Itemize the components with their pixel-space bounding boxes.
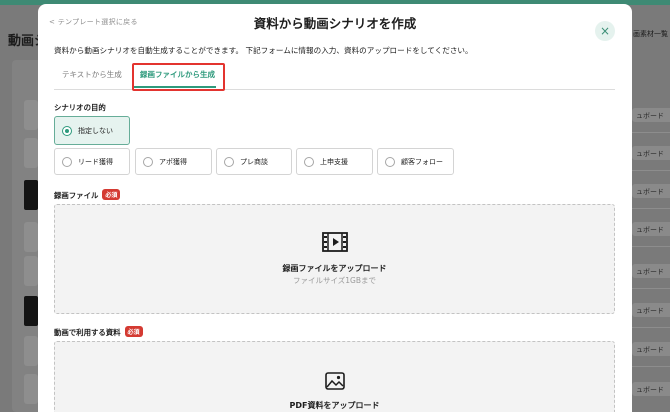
close-icon: ×	[599, 24, 611, 38]
purpose-label: シナリオの目的	[54, 103, 106, 112]
radio-icon	[385, 157, 395, 167]
materials-upload-dropzone[interactable]: PDF資料をアップロード	[54, 341, 615, 412]
radio-selected-icon	[62, 126, 72, 136]
radio-icon	[62, 157, 72, 167]
background-card	[24, 100, 38, 130]
purpose-option-label: 顧客フォロー	[401, 158, 443, 166]
background-divider	[632, 132, 670, 133]
background-card	[24, 138, 38, 168]
purpose-option-lead[interactable]: リード獲得	[54, 148, 130, 175]
radio-icon	[143, 157, 153, 167]
materials-label: 動画で利用する資料 必須	[54, 326, 143, 338]
annotation-highlight-box	[132, 63, 225, 91]
radio-icon	[224, 157, 234, 167]
purpose-option-label: 上申支援	[320, 158, 348, 166]
background-thumbnail	[24, 296, 38, 326]
background-divider	[632, 170, 670, 171]
recording-upload-label: 録画ファイルをアップロード	[282, 264, 387, 273]
background-divider	[632, 246, 670, 247]
background-right-item: ュボード	[632, 382, 670, 396]
purpose-option-customer-follow[interactable]: 顧客フォロー	[377, 148, 454, 175]
purpose-option-label: 指定しない	[78, 127, 113, 135]
tab-from-text[interactable]: テキストから生成	[62, 69, 122, 80]
create-scenario-modal: < テンプレート選択に戻る 資料から動画シナリオを作成 × 資料から動画シナリオ…	[38, 4, 632, 412]
background-divider	[632, 288, 670, 289]
purpose-option-pre-meeting[interactable]: プレ商談	[216, 148, 292, 175]
recording-upload-dropzone[interactable]: 録画ファイルをアップロード ファイルサイズ1GBまで	[54, 204, 615, 314]
background-thumbnail	[24, 180, 38, 210]
background-divider	[632, 208, 670, 209]
close-button[interactable]: ×	[595, 21, 615, 41]
background-card	[24, 374, 38, 404]
recording-label-text: 録画ファイル	[54, 191, 99, 200]
background-right-header: 画素材一覧	[633, 30, 668, 38]
purpose-option-none[interactable]: 指定しない	[54, 116, 130, 145]
background-right-item: ュボード	[632, 303, 670, 317]
materials-upload-label: PDF資料をアップロード	[289, 401, 380, 410]
background-right-item: ュボード	[632, 222, 670, 236]
background-right-item: ュボード	[632, 342, 670, 356]
recording-size-limit: ファイルサイズ1GBまで	[292, 276, 376, 285]
recording-label: 録画ファイル 必須	[54, 189, 121, 201]
background-right-item: ュボード	[632, 146, 670, 160]
image-icon	[55, 372, 614, 394]
required-badge: 必須	[124, 326, 143, 337]
background-right-item: ュボード	[632, 264, 670, 278]
background-right-item: ュボード	[632, 108, 670, 122]
background-card	[24, 222, 38, 252]
purpose-option-appointment[interactable]: アポ獲得	[135, 148, 212, 175]
background-right-item: ュボード	[632, 184, 670, 198]
background-card	[24, 336, 38, 366]
background-divider	[632, 327, 670, 328]
radio-icon	[304, 157, 314, 167]
modal-title: 資料から動画シナリオを作成	[253, 16, 417, 31]
film-icon	[55, 232, 614, 256]
required-badge: 必須	[102, 189, 121, 200]
purpose-option-proposal-support[interactable]: 上申支援	[296, 148, 373, 175]
background-divider	[632, 366, 670, 367]
background-card	[24, 256, 38, 286]
purpose-option-label: プレ商談	[240, 158, 268, 166]
materials-label-text: 動画で利用する資料	[54, 328, 121, 337]
intro-text: 資料から動画シナリオを自動生成することができます。 下記フォームに情報の入力、資…	[54, 46, 473, 55]
purpose-option-label: アポ獲得	[159, 158, 187, 166]
purpose-option-label: リード獲得	[78, 158, 113, 166]
